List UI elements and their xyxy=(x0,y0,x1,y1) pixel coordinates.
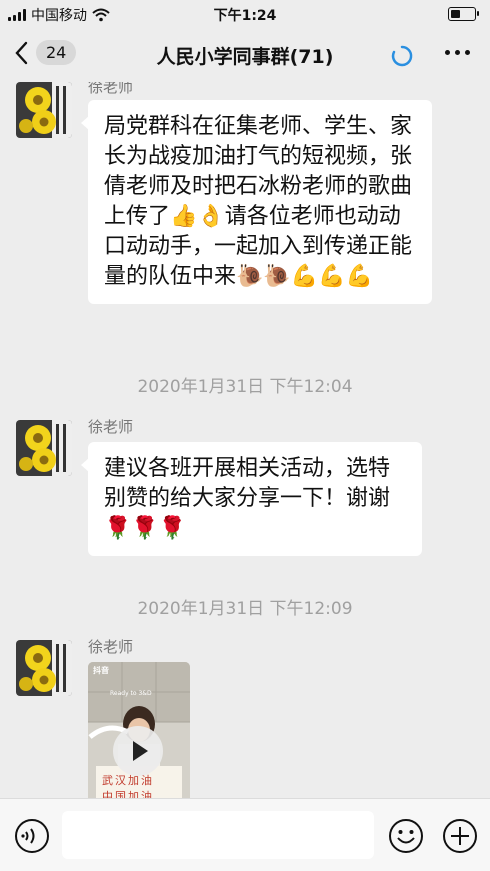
message-bubble[interactable]: 局党群科在征集老师、学生、家长为战疫加油打气的短视频，张倩老师及时把石冰粉老师的… xyxy=(81,100,432,304)
status-bar: 中国移动 下午1:24 xyxy=(0,0,490,28)
loading-spinner-icon xyxy=(391,45,413,67)
sender-name: 徐老师 xyxy=(88,82,134,96)
play-icon[interactable] xyxy=(113,726,163,776)
emoji-icon[interactable] xyxy=(388,818,424,854)
battery-icon xyxy=(448,7,479,21)
timestamp: 2020年1月31日 下午12:09 xyxy=(137,599,353,619)
more-options-icon[interactable] xyxy=(445,50,470,55)
input-bar xyxy=(0,798,490,871)
avatar[interactable] xyxy=(16,640,72,696)
nav-bar: 24 人民小学同事群(71) xyxy=(0,28,490,82)
voice-icon[interactable] xyxy=(14,818,50,854)
chat-area[interactable]: 徐老师 局党群科在征集老师、学生、家长为战疫加油打气的短视频，张倩老师及时把石冰… xyxy=(0,82,490,798)
video-caption: Ready to 3&D xyxy=(110,690,152,697)
video-message[interactable]: 抖音 Ready to 3&D 武汉加油 中国加油 xyxy=(88,662,190,798)
message-bubble[interactable]: 建议各班开展相关活动，选特别赞的给大家分享一下！谢谢🌹🌹🌹 xyxy=(81,442,422,556)
message-input[interactable] xyxy=(62,811,374,859)
avatar[interactable] xyxy=(16,82,72,138)
video-sign-text-2: 中国加油 xyxy=(102,790,154,798)
sender-name: 徐老师 xyxy=(88,418,134,436)
douyin-logo: 抖音 xyxy=(93,666,109,675)
timestamp: 2020年1月31日 下午12:04 xyxy=(137,377,353,397)
sunflower-avatar-icon xyxy=(16,640,72,696)
sunflower-avatar-icon xyxy=(16,82,72,138)
chat-title: 人民小学同事群(71) xyxy=(156,46,334,68)
status-time: 下午1:24 xyxy=(213,8,277,24)
avatar[interactable] xyxy=(16,420,72,476)
add-icon[interactable] xyxy=(442,818,478,854)
sunflower-avatar-icon xyxy=(16,420,72,476)
sender-name: 徐老师 xyxy=(88,638,134,656)
